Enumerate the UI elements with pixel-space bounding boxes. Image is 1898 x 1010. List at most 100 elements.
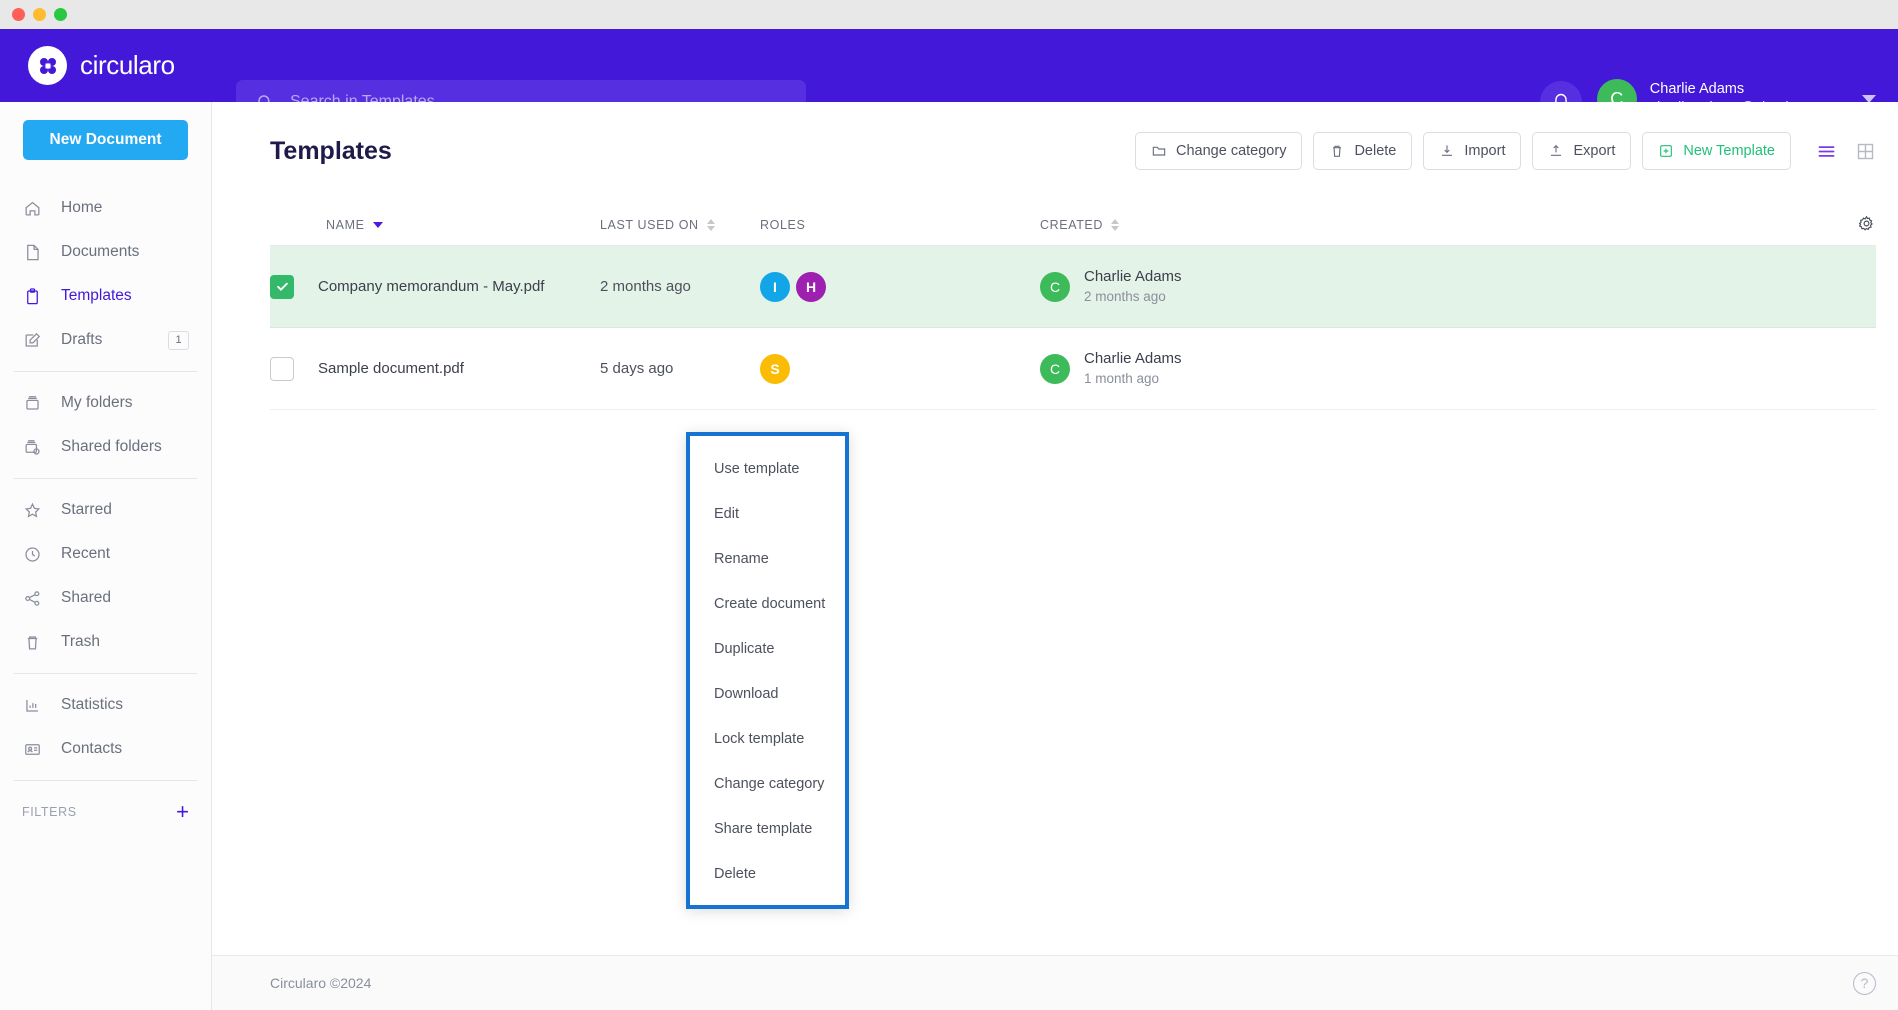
column-header-name[interactable]: NAME (270, 218, 600, 232)
table-row[interactable]: Sample document.pdf 5 days ago S C Charl… (270, 328, 1876, 410)
sidebar-divider (14, 371, 197, 372)
table-header: NAME LAST USED ON ROLES CREATED (270, 204, 1876, 246)
question-mark-icon[interactable]: ? (1853, 972, 1876, 995)
sidebar-item-templates[interactable]: Templates (0, 274, 211, 318)
avatar: C (1040, 272, 1070, 302)
table-row[interactable]: Company memorandum - May.pdf 2 months ag… (270, 246, 1876, 328)
sidebar-item-home[interactable]: Home (0, 186, 211, 230)
folder-open-icon (1151, 143, 1167, 159)
context-menu-item-duplicate[interactable]: Duplicate (690, 626, 845, 671)
toolbar-label: New Template (1683, 143, 1775, 159)
export-button[interactable]: Export (1532, 132, 1631, 170)
sidebar-item-documents[interactable]: Documents (0, 230, 211, 274)
filters-label: FILTERS (22, 805, 77, 819)
sidebar-item-recent[interactable]: Recent (0, 532, 211, 576)
window-close-button[interactable] (12, 8, 25, 21)
folder-icon (22, 393, 43, 414)
toolbar: Change category Delete Import (1135, 132, 1876, 170)
delete-button[interactable]: Delete (1313, 132, 1412, 170)
sidebar-nav-tools: Statistics Contacts (0, 683, 211, 771)
row-roles: I H (760, 272, 1040, 302)
context-menu-item-share-template[interactable]: Share template (690, 806, 845, 851)
created-by: Charlie Adams (1084, 267, 1182, 287)
template-icon (22, 286, 43, 307)
brand-name: circularo (80, 50, 175, 81)
sidebar-item-statistics[interactable]: Statistics (0, 683, 211, 727)
toolbar-label: Export (1573, 143, 1615, 159)
list-view-icon[interactable] (1816, 141, 1837, 162)
star-icon (22, 500, 43, 521)
sidebar-item-label: Starred (61, 501, 112, 519)
sidebar-item-label: Statistics (61, 696, 123, 714)
new-template-button[interactable]: New Template (1642, 132, 1791, 170)
export-icon (1548, 143, 1564, 159)
user-name: Charlie Adams (1650, 80, 1841, 99)
sidebar-item-label: Recent (61, 545, 110, 563)
row-last-used: 5 days ago (600, 360, 760, 377)
brand-logo[interactable]: circularo (28, 46, 208, 85)
context-menu-item-edit[interactable]: Edit (690, 491, 845, 536)
sidebar-item-shared-folders[interactable]: Shared folders (0, 425, 211, 469)
filters-section: FILTERS + (0, 790, 211, 830)
created-when: 2 months ago (1084, 287, 1182, 306)
sidebar-nav-primary: Home Documents Templates Drafts 1 (0, 186, 211, 362)
sidebar-item-label: Home (61, 199, 102, 217)
sort-icon (707, 219, 715, 231)
context-menu-item-create-document[interactable]: Create document (690, 581, 845, 626)
sidebar-item-shared[interactable]: Shared (0, 576, 211, 620)
main-content: Templates Change category Delete (212, 102, 1898, 1010)
created-by: Charlie Adams (1084, 349, 1182, 369)
context-menu-item-use-template[interactable]: Use template (690, 446, 845, 491)
row-name-cell: Company memorandum - May.pdf (270, 275, 600, 299)
page-header: Templates Change category Delete (212, 102, 1898, 170)
role-avatar[interactable]: I (760, 272, 790, 302)
draft-edit-icon (22, 330, 43, 351)
sidebar-item-label: Documents (61, 243, 139, 261)
plus-icon[interactable]: + (176, 801, 189, 823)
sidebar-divider (14, 673, 197, 674)
column-header-roles[interactable]: ROLES (760, 218, 1040, 232)
row-created: C Charlie Adams 1 month ago (1040, 349, 1876, 388)
sidebar-item-label: Trash (61, 633, 100, 651)
app-header: circularo Search in Templates C Charlie … (0, 29, 1898, 102)
window-maximize-button[interactable] (54, 8, 67, 21)
sidebar-nav-views: Starred Recent Shared Trash (0, 488, 211, 664)
context-menu-item-rename[interactable]: Rename (690, 536, 845, 581)
sidebar-item-label: Contacts (61, 740, 122, 758)
row-checkbox[interactable] (270, 357, 294, 381)
document-icon (22, 242, 43, 263)
sidebar-item-contacts[interactable]: Contacts (0, 727, 211, 771)
shared-folder-icon (22, 437, 43, 458)
home-icon (22, 198, 43, 219)
sort-icon (1111, 219, 1119, 231)
context-menu-item-download[interactable]: Download (690, 671, 845, 716)
trash-icon (22, 632, 43, 653)
sidebar-item-my-folders[interactable]: My folders (0, 381, 211, 425)
row-checkbox[interactable] (270, 275, 294, 299)
toolbar-label: Import (1464, 143, 1505, 159)
column-header-created[interactable]: CREATED (1040, 218, 1876, 232)
footer: Circularo ©2024 ? (212, 955, 1898, 1010)
template-name: Sample document.pdf (318, 360, 464, 377)
new-document-button[interactable]: New Document (23, 120, 188, 160)
row-roles: S (760, 354, 1040, 384)
chart-bar-icon (22, 695, 43, 716)
context-menu-item-delete[interactable]: Delete (690, 851, 845, 896)
context-menu-item-change-category[interactable]: Change category (690, 761, 845, 806)
change-category-button[interactable]: Change category (1135, 132, 1302, 170)
sidebar-nav-folders: My folders Shared folders (0, 381, 211, 469)
template-name: Company memorandum - May.pdf (318, 278, 544, 295)
window-minimize-button[interactable] (33, 8, 46, 21)
column-header-last-used-on[interactable]: LAST USED ON (600, 218, 760, 232)
role-avatar[interactable]: S (760, 354, 790, 384)
grid-view-icon[interactable] (1855, 141, 1876, 162)
circularo-logo-icon (28, 46, 67, 85)
gear-icon[interactable] (1857, 214, 1876, 233)
sidebar-item-drafts[interactable]: Drafts 1 (0, 318, 211, 362)
import-button[interactable]: Import (1423, 132, 1521, 170)
sidebar-item-label: Shared folders (61, 438, 162, 456)
sidebar-item-trash[interactable]: Trash (0, 620, 211, 664)
role-avatar[interactable]: H (796, 272, 826, 302)
context-menu-item-lock-template[interactable]: Lock template (690, 716, 845, 761)
sidebar-item-starred[interactable]: Starred (0, 488, 211, 532)
